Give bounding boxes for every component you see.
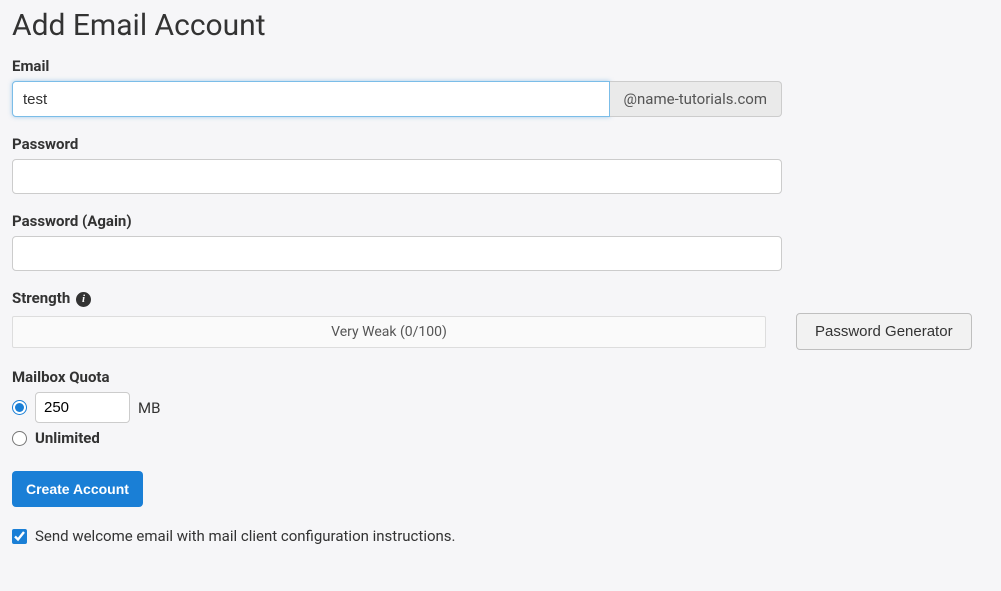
password-again-label: Password (Again)	[12, 212, 989, 230]
welcome-label: Send welcome email with mail client conf…	[35, 527, 456, 545]
strength-section: Strength i Very Weak (0/100) Password Ge…	[12, 289, 989, 350]
quota-size-input[interactable]	[35, 392, 130, 423]
email-input[interactable]	[12, 81, 610, 117]
welcome-checkbox[interactable]	[12, 529, 27, 544]
quota-radio-unlimited[interactable]	[12, 431, 27, 446]
quota-radio-custom[interactable]	[12, 400, 27, 415]
password-again-section: Password (Again)	[12, 212, 989, 271]
email-row: @name-tutorials.com	[12, 81, 782, 117]
strength-label-text: Strength	[12, 289, 70, 307]
password-generator-button[interactable]: Password Generator	[796, 313, 972, 350]
email-section: Email @name-tutorials.com	[12, 57, 989, 117]
strength-row: Very Weak (0/100) Password Generator	[12, 313, 989, 350]
quota-option-custom: MB	[12, 392, 989, 423]
quota-unit: MB	[138, 399, 160, 417]
welcome-row: Send welcome email with mail client conf…	[12, 527, 989, 545]
create-account-button[interactable]: Create Account	[12, 471, 143, 507]
info-icon[interactable]: i	[76, 292, 91, 307]
page-title: Add Email Account	[12, 8, 989, 43]
strength-label: Strength i	[12, 289, 989, 307]
quota-option-unlimited: Unlimited	[12, 429, 989, 447]
quota-section: Mailbox Quota MB Unlimited	[12, 368, 989, 447]
email-label: Email	[12, 57, 989, 75]
quota-unlimited-label: Unlimited	[35, 429, 100, 447]
password-again-input[interactable]	[12, 236, 782, 271]
password-section: Password	[12, 135, 989, 194]
quota-options: MB Unlimited	[12, 392, 989, 447]
password-label: Password	[12, 135, 989, 153]
email-domain-suffix: @name-tutorials.com	[610, 81, 782, 117]
quota-label: Mailbox Quota	[12, 368, 989, 386]
strength-meter: Very Weak (0/100)	[12, 316, 766, 348]
password-input[interactable]	[12, 159, 782, 194]
